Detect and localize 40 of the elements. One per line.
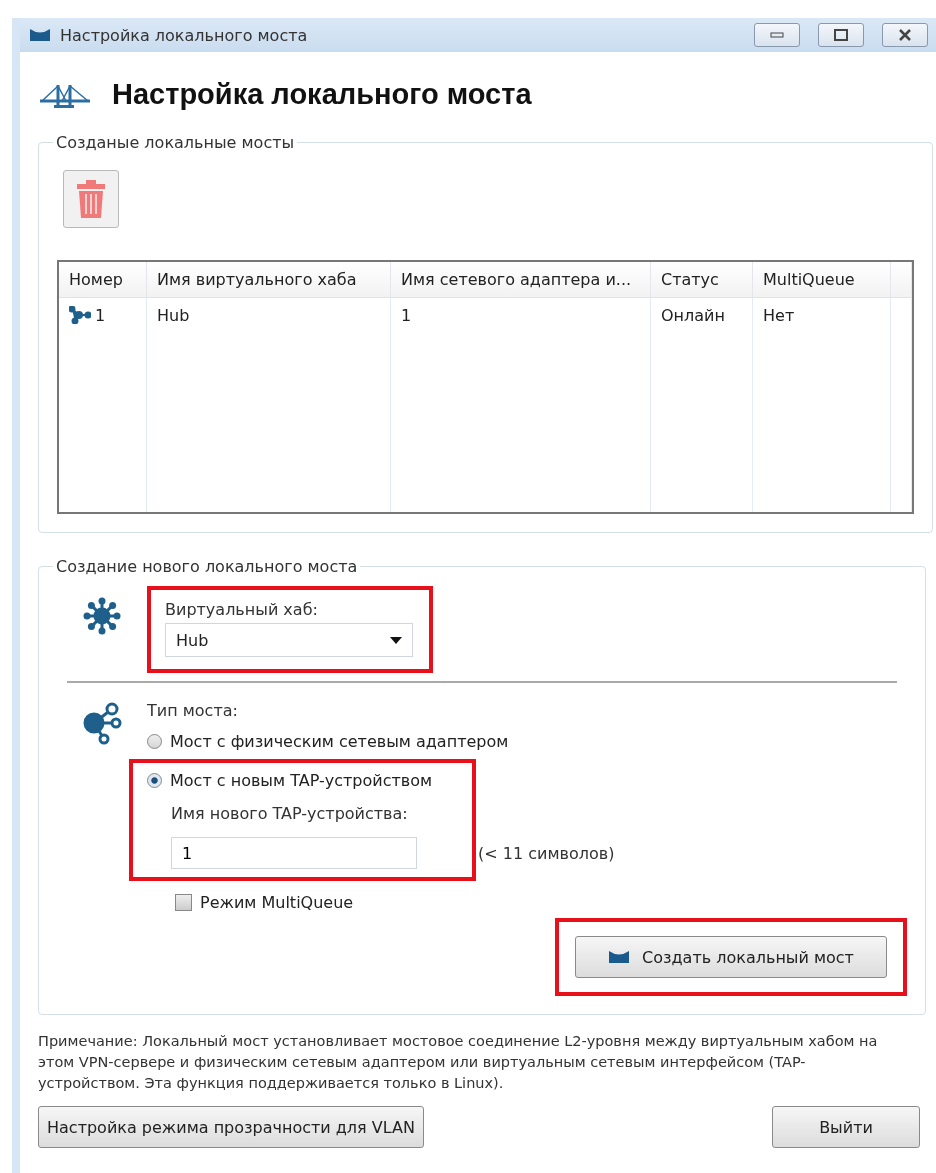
column-header[interactable]: Имя виртуального хаба (147, 262, 391, 298)
close-button[interactable] (882, 23, 928, 47)
column-header[interactable]: MultiQueue (753, 262, 891, 298)
group-legend: Создание нового локального моста (53, 557, 361, 576)
vlan-button[interactable]: Настройка режима прозрачности для VLAN (38, 1106, 424, 1148)
cell-text: Hub (157, 306, 190, 325)
page-heading: Настройка локального моста (112, 78, 532, 111)
cell-text: 1 (95, 306, 106, 325)
hub-select[interactable]: Hub (165, 623, 413, 657)
cell-text: Нет (763, 306, 795, 325)
field-label: Виртуальный хаб: (165, 600, 318, 619)
column-header[interactable]: Номер (59, 262, 147, 298)
caret-icon (390, 636, 402, 644)
close-icon (898, 29, 912, 41)
column-header[interactable]: Имя сетевого адаптера и... (391, 262, 651, 298)
network-icon (82, 701, 122, 745)
column-header[interactable]: Статус (651, 262, 753, 298)
maximize-button[interactable] (818, 23, 864, 47)
group-legend: Созданые локальные мосты (53, 133, 298, 152)
field-label: Имя нового TAP-устройства: (171, 804, 409, 823)
field-label: Тип моста: (147, 701, 239, 720)
node-icon (69, 306, 91, 324)
window-title: Настройка локального моста (60, 25, 309, 45)
multiqueue-checkbox[interactable]: Режим MultiQueue (175, 893, 615, 912)
radio-option[interactable]: Мост с физическим сетевым адаптером (147, 732, 615, 751)
create-bridge-button[interactable]: Создать локальный мост (575, 936, 887, 978)
exit-button[interactable]: Выйти (772, 1106, 920, 1148)
cell-text: Онлайн (661, 306, 725, 325)
hub-icon (82, 596, 122, 636)
bridge-icon (30, 29, 50, 41)
bridge-icon (608, 951, 631, 963)
minimize-icon (770, 32, 784, 38)
maximize-icon (834, 29, 848, 41)
radio-option[interactable]: Мост с новым TAP-устройством (147, 771, 433, 790)
tap-name-field[interactable]: 1 (171, 837, 417, 869)
note-text: Примечание: Локальный мост установливает мостовое соединение L2-уровня между виртуальным хабом на этом VPN-сервере и физическим сетевым адаптером или виртуальным сетевым интерфейсом (TAP-устройством. Эта функция поддерживается только в Linux). (38, 1032, 879, 1093)
minimize-button[interactable] (754, 23, 800, 47)
cell-text: 1 (401, 306, 412, 325)
hint-text: (< 11 символов) (478, 844, 615, 863)
trash-icon (77, 180, 105, 218)
